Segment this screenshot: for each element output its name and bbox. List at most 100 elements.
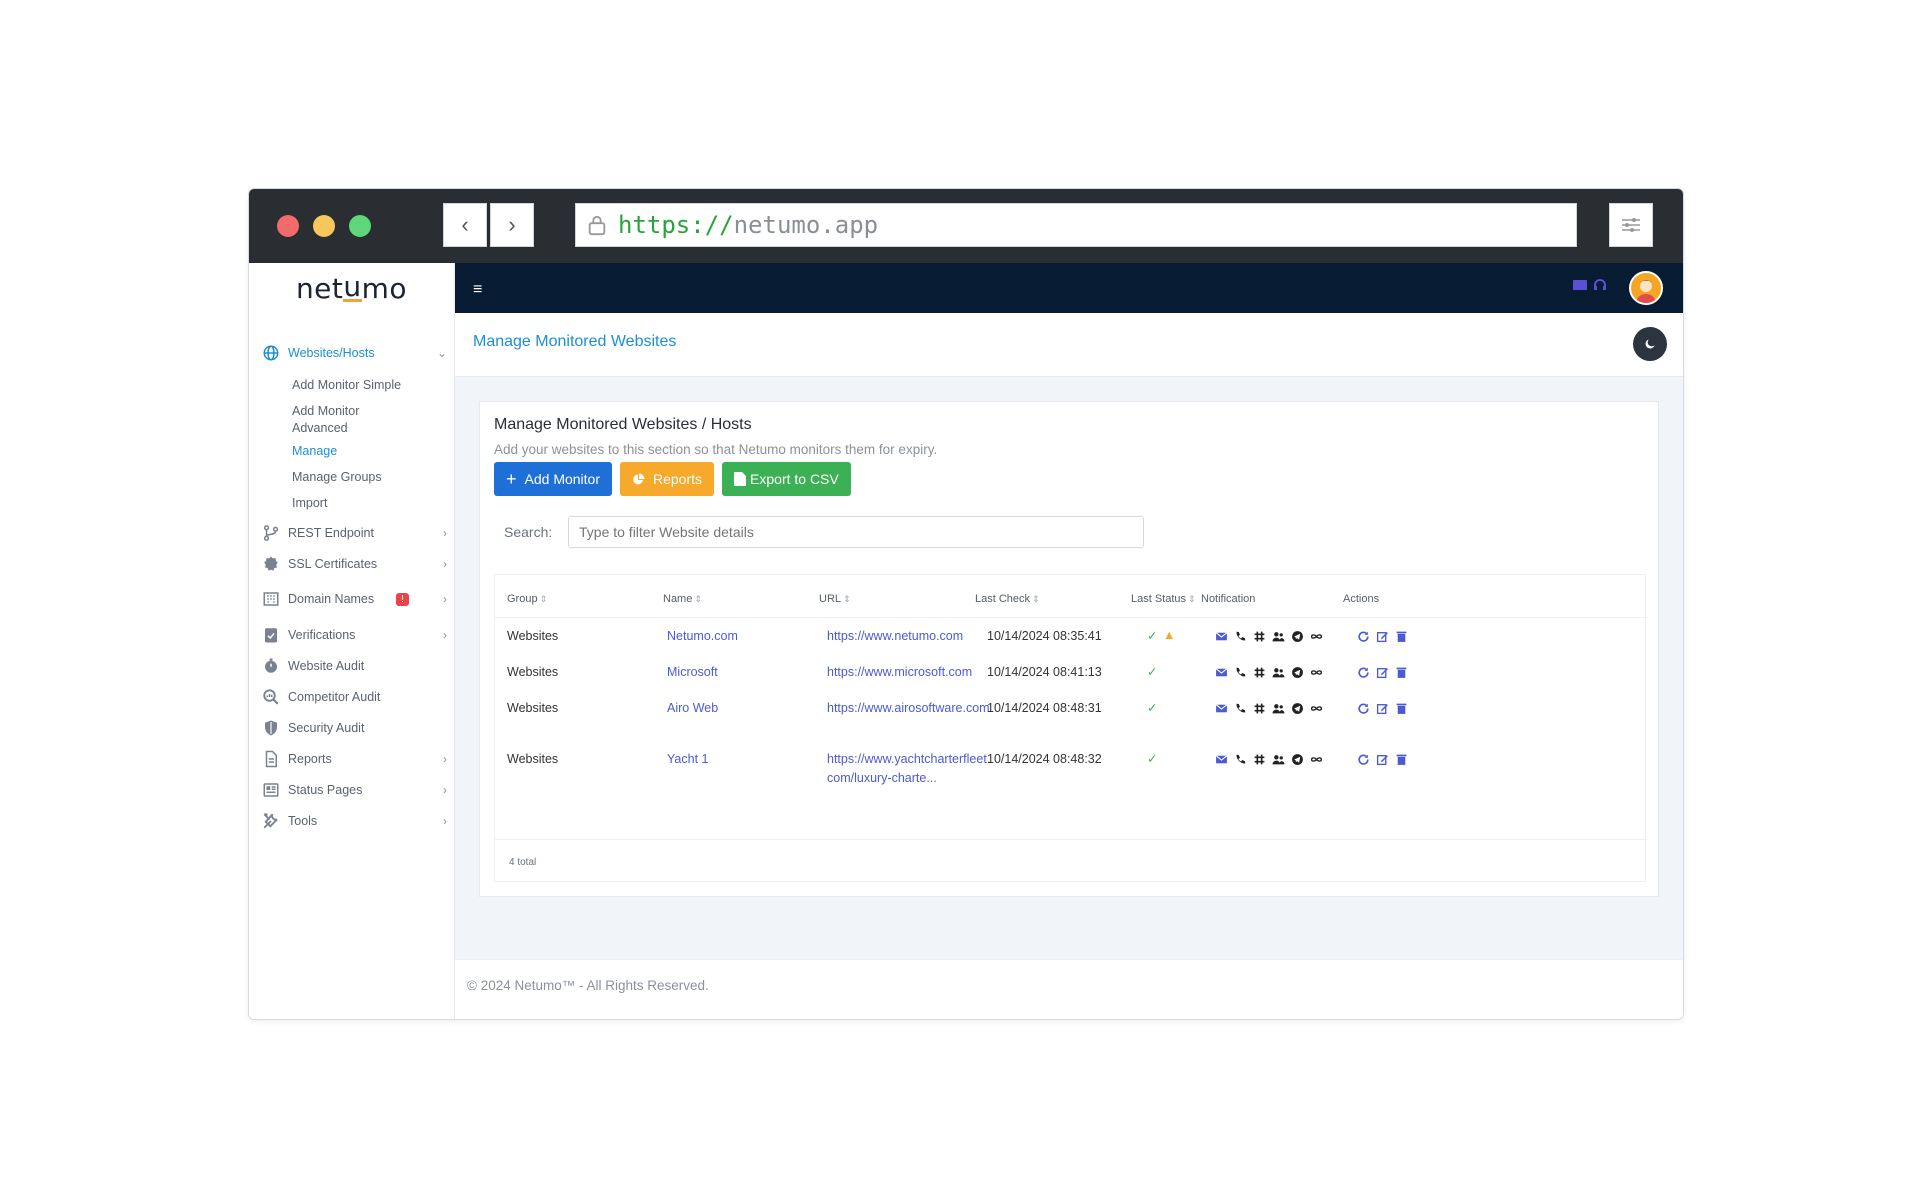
search-input[interactable] <box>568 516 1144 548</box>
user-avatar[interactable] <box>1629 271 1663 305</box>
col-header-name[interactable]: Name ⇕ <box>663 593 702 605</box>
sidebar: net u mo Websites/Hosts ⌄ Add Monitor Simp… <box>249 263 455 1019</box>
refresh-icon[interactable] <box>1357 666 1370 679</box>
cell-url-link[interactable]: https://www.yachtcharterfleet.com/luxury… <box>827 750 995 788</box>
sidebar-item-domain-names[interactable]: Domain Names ! › <box>261 589 447 609</box>
slack-icon[interactable] <box>1253 630 1266 643</box>
refresh-icon[interactable] <box>1357 630 1370 643</box>
phone-icon[interactable] <box>1234 630 1247 643</box>
webhook-icon[interactable] <box>1310 630 1323 643</box>
sidebar-sub-add-monitor-advanced[interactable]: Add Monitor Advanced <box>292 403 392 437</box>
sidebar-item-websites-hosts[interactable]: Websites/Hosts ⌄ <box>261 343 447 363</box>
edit-icon[interactable] <box>1376 702 1389 715</box>
back-button[interactable]: ‹ <box>443 203 487 247</box>
page-title: Manage Monitored Websites <box>473 333 677 350</box>
cell-url-link[interactable]: https://www.airosoftware.com <box>827 699 995 718</box>
users-icon[interactable] <box>1272 630 1285 643</box>
sidebar-item-rest-endpoint[interactable]: REST Endpoint › <box>261 523 447 543</box>
chevron-right-icon: › <box>443 526 447 540</box>
sidebar-item-reports[interactable]: Reports › <box>261 749 447 769</box>
edit-icon[interactable] <box>1376 666 1389 679</box>
email-icon[interactable] <box>1215 630 1228 643</box>
email-icon[interactable] <box>1215 753 1228 766</box>
sidebar-item-competitor-audit[interactable]: Competitor Audit <box>261 687 447 707</box>
trash-icon[interactable] <box>1395 666 1408 679</box>
wallet-icon[interactable] <box>1573 279 1587 291</box>
trash-icon[interactable] <box>1395 753 1408 766</box>
sidebar-item-ssl-certificates[interactable]: SSL Certificates › <box>261 554 447 574</box>
phone-icon[interactable] <box>1234 753 1247 766</box>
browser-chrome: ‹ › https:// netumo.app <box>249 189 1683 263</box>
url-host: netumo.app <box>733 211 879 239</box>
trash-icon[interactable] <box>1395 630 1408 643</box>
users-icon[interactable] <box>1272 702 1285 715</box>
cell-name-link[interactable]: Microsoft <box>667 663 718 682</box>
email-icon[interactable] <box>1215 702 1228 715</box>
document-icon <box>261 749 281 769</box>
chevron-right-icon: › <box>443 814 447 828</box>
cell-name-link[interactable]: Yacht 1 <box>667 750 708 769</box>
cell-url-link[interactable]: https://www.microsoft.com <box>827 663 995 682</box>
browser-settings-button[interactable] <box>1609 203 1653 247</box>
sidebar-sub-add-monitor-simple[interactable]: Add Monitor Simple <box>292 377 401 394</box>
cell-url-link[interactable]: https://www.netumo.com <box>827 627 995 646</box>
sidebar-sub-manage-groups[interactable]: Manage Groups <box>292 469 382 486</box>
search-chart-icon <box>261 687 281 707</box>
telegram-icon[interactable] <box>1291 666 1304 679</box>
col-header-notification: Notification <box>1201 593 1256 605</box>
sidebar-item-tools[interactable]: Tools › <box>261 811 447 831</box>
browser-window: ‹ › https:// netumo.app net u mo Websites/… <box>248 188 1684 1020</box>
sidebar-item-security-audit[interactable]: Security Audit <box>261 718 447 738</box>
col-header-last-status[interactable]: Last Status ⇕ <box>1131 593 1196 605</box>
dark-mode-toggle[interactable] <box>1633 327 1667 361</box>
telegram-icon[interactable] <box>1291 753 1304 766</box>
webhook-icon[interactable] <box>1310 666 1323 679</box>
csv-file-icon <box>734 472 747 486</box>
edit-icon[interactable] <box>1376 630 1389 643</box>
footer-divider <box>495 839 1647 840</box>
forward-button[interactable]: › <box>490 203 534 247</box>
col-header-url[interactable]: URL ⇕ <box>819 593 851 605</box>
sidebar-sub-import[interactable]: Import <box>292 495 327 512</box>
webhook-icon[interactable] <box>1310 702 1323 715</box>
slack-icon[interactable] <box>1253 753 1266 766</box>
export-csv-button[interactable]: Export to CSV <box>722 462 851 496</box>
card-title: Manage Monitored Websites / Hosts <box>494 416 752 433</box>
col-header-group[interactable]: Group ⇕ <box>507 593 547 605</box>
alert-badge: ! <box>396 592 409 606</box>
cell-name-link[interactable]: Netumo.com <box>667 627 738 646</box>
close-window-button[interactable] <box>277 215 299 237</box>
cell-last-check: 10/14/2024 08:35:41 <box>987 629 1102 643</box>
edit-icon[interactable] <box>1376 753 1389 766</box>
sidebar-sub-manage[interactable]: Manage <box>292 443 337 460</box>
search-label: Search: <box>504 524 553 540</box>
phone-icon[interactable] <box>1234 702 1247 715</box>
add-monitor-label: Add Monitor <box>524 471 600 487</box>
slack-icon[interactable] <box>1253 702 1266 715</box>
hamburger-menu-icon[interactable]: ≡ <box>473 281 482 299</box>
cell-name-link[interactable]: Airo Web <box>667 699 718 718</box>
refresh-icon[interactable] <box>1357 753 1370 766</box>
minimize-window-button[interactable] <box>313 215 335 237</box>
maximize-window-button[interactable] <box>349 215 371 237</box>
col-header-last-check[interactable]: Last Check ⇕ <box>975 593 1040 605</box>
reports-button[interactable]: Reports <box>620 462 715 496</box>
telegram-icon[interactable] <box>1291 630 1304 643</box>
sidebar-item-website-audit[interactable]: Website Audit <box>261 656 447 676</box>
users-icon[interactable] <box>1272 753 1285 766</box>
sidebar-item-label: Tools <box>288 814 318 828</box>
webhook-icon[interactable] <box>1310 753 1323 766</box>
netumo-logo[interactable]: net u mo <box>249 263 454 313</box>
address-bar[interactable]: https:// netumo.app <box>575 203 1577 247</box>
add-monitor-button[interactable]: + Add Monitor <box>494 462 612 496</box>
slack-icon[interactable] <box>1253 666 1266 679</box>
sidebar-item-verifications[interactable]: Verifications › <box>261 625 447 645</box>
phone-icon[interactable] <box>1234 666 1247 679</box>
trash-icon[interactable] <box>1395 702 1408 715</box>
email-icon[interactable] <box>1215 666 1228 679</box>
headset-icon[interactable] <box>1593 279 1607 291</box>
telegram-icon[interactable] <box>1291 702 1304 715</box>
refresh-icon[interactable] <box>1357 702 1370 715</box>
sidebar-item-status-pages[interactable]: Status Pages › <box>261 780 447 800</box>
users-icon[interactable] <box>1272 666 1285 679</box>
